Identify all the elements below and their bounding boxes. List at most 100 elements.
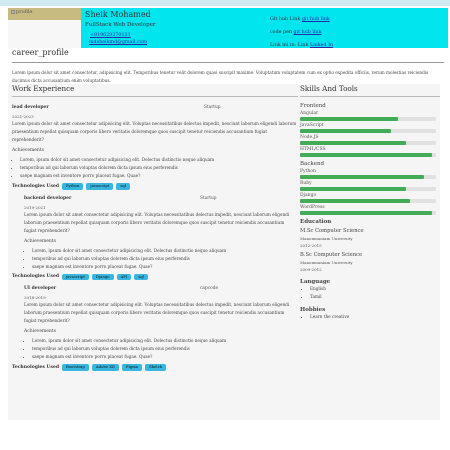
achievements-title: Achievements: [24, 238, 56, 244]
email-link[interactable]: mdsheikmd@gmail.com: [89, 40, 147, 45]
skill-bar-fill: [300, 175, 424, 179]
education-degree: M.Sc Computer Science: [300, 228, 364, 234]
tech-badge: Django: [91, 273, 114, 280]
skills-title: Skills And Tools: [300, 84, 358, 93]
profile-header: profile Sheik Mohamed FullStack Web Deve…: [8, 8, 448, 48]
job-description: Lorem ipsum dolor sit amet consectetur a…: [24, 302, 290, 323]
profile-photo: profile: [8, 8, 81, 20]
achievements-list: Lorem, ipsum dolor sit amet consectetur …: [24, 247, 298, 271]
linkedin-link[interactable]: Linked In: [310, 43, 333, 48]
job-entry: lead developer Startup 2021-2023 Lorem ipsu…: [12, 105, 298, 190]
list-item: temporibus ad qui laborum voluptas dolor…: [20, 164, 298, 172]
page-title: career_profile: [12, 48, 69, 57]
achievements-title: Achievements: [24, 329, 56, 334]
list-item: temporibus ad qui laborum voluptas dolor…: [32, 345, 298, 353]
tech-badge: Sketch: [145, 364, 167, 371]
backend-title: Backend: [300, 161, 325, 167]
experience-column: Work Experience lead developer Startup 202…: [12, 84, 298, 371]
codepen-label: code pen: [270, 30, 293, 35]
tech-badge: Python: [61, 183, 84, 190]
skill-bar-fill: [300, 141, 407, 145]
backend-skill-list: Python Ruby Django WordPress: [300, 169, 440, 215]
skill-bar-track: [300, 117, 436, 121]
skill-bar-track: [300, 153, 436, 157]
frontend-title: Frontend: [300, 103, 326, 109]
skill-item: WordPress: [300, 205, 440, 215]
tech-badge: Bootstrap: [61, 364, 89, 371]
profile-photo-alt: profile: [16, 9, 33, 15]
technologies-row: Technologies Used javascript Django API sql: [12, 273, 298, 280]
linkedin-label: Link lnl in: Link: [270, 43, 309, 48]
frontend-skill-list: Angular JavaScript Node.JS HTML/CSS: [300, 111, 440, 157]
tech-badge: sql: [116, 183, 130, 190]
education-item: B.Sc Computer Science Manonmaniam Univers…: [300, 251, 440, 273]
divider: [12, 62, 444, 63]
job-entry: UI developer capcode 2018-2019 Lorem ipsum …: [12, 286, 298, 371]
education-title: Education: [300, 219, 332, 225]
technologies-label: Technologies Used: [12, 274, 59, 280]
job-company: capcode: [200, 286, 219, 291]
experience-title: Work Experience: [12, 84, 75, 93]
profile-photo-area: [8, 20, 81, 48]
education-years: 2009-2012: [300, 267, 322, 272]
technologies-label: Technologies Used: [12, 183, 59, 189]
profile-role: FullStack Web Developer: [85, 22, 156, 28]
education-years: 2012-2015: [300, 243, 322, 248]
achievements-title: Achievements: [12, 148, 44, 153]
skill-item: HTML/CSS: [300, 147, 440, 157]
job-description: Lorem ipsum dolor sit amet consectetur a…: [12, 121, 297, 142]
education-item: M.Sc Computer Science Manonmaniam Univers…: [300, 227, 440, 249]
list-item: temporibus ad qui laborum voluptas dolor…: [32, 255, 298, 263]
skill-bar-track: [300, 129, 436, 133]
education-degree: B.Sc Computer Science: [300, 252, 363, 258]
job-company: Startup: [200, 195, 217, 201]
phone-link[interactable]: +919629270131: [90, 33, 131, 38]
tech-badge: sql: [134, 273, 148, 280]
list-item: saepe magnam est inventore porro placeat…: [20, 172, 298, 180]
job-header: UI developer capcode: [24, 286, 298, 295]
job-entry: backend developer Startup 2019-2021 Lorem i…: [12, 195, 298, 280]
skill-bar-track: [300, 141, 436, 145]
skill-item: JavaScript: [300, 123, 440, 133]
tech-badge: javascript: [61, 273, 89, 280]
tech-badge: Adobe XD: [91, 364, 119, 371]
broken-image-icon: [11, 9, 15, 14]
resume-body: Work Experience lead developer Startup 202…: [8, 84, 440, 420]
list-item: saepe magnam est inventore porro placeat…: [32, 263, 298, 271]
technologies-row: Technologies Used Bootstrap Adobe XD Figma S…: [12, 364, 298, 371]
skill-item: Python: [300, 169, 440, 179]
education-list: M.Sc Computer Science Manonmaniam Univers…: [300, 227, 440, 273]
job-list: lead developer Startup 2021-2023 Lorem ipsu…: [12, 105, 298, 371]
skill-bar-track: [300, 211, 436, 215]
technologies-label: Technologies Used: [12, 364, 59, 370]
hobbies-list: Learn the creative: [300, 313, 440, 321]
language-list: EnglishTamil: [300, 285, 440, 301]
tech-badge: javascript: [86, 183, 114, 190]
skill-item: Angular: [300, 111, 440, 121]
top-strip: [0, 0, 450, 6]
codepen-row: code pen git hub link: [270, 26, 333, 39]
job-role: backend developer: [24, 195, 72, 201]
skill-item: Node.JS: [300, 135, 440, 145]
skill-bar-fill: [300, 187, 407, 191]
skill-bar-track: [300, 187, 436, 191]
hobby-item: Learn the creative: [310, 313, 440, 321]
achievements-list: Lorem, ipsum dolor sit amet consectetur …: [12, 156, 298, 180]
list-item: saepe magnam est inventore porro placeat…: [32, 353, 298, 361]
skill-item: Ruby: [300, 181, 440, 191]
tech-badge: Figma: [121, 364, 143, 371]
github-row: Git hub Link git hub link: [270, 13, 333, 26]
job-header: lead developer Startup: [12, 105, 298, 114]
profile-name: Sheik Mohamed: [85, 10, 151, 19]
skill-bar-fill: [300, 211, 432, 215]
github-link[interactable]: git hub link: [302, 17, 330, 22]
github-label: Git hub Link: [270, 17, 301, 22]
tech-badge: API: [116, 273, 132, 280]
achievements-list: Lorem, ipsum dolor sit amet consectetur …: [24, 337, 298, 361]
divider: [300, 96, 440, 97]
job-description: Lorem ipsum dolor sit amet consectetur a…: [24, 211, 290, 233]
skill-bar-fill: [300, 117, 398, 121]
codepen-link[interactable]: git hub link: [294, 30, 322, 35]
skill-item: Django: [300, 193, 440, 203]
linkedin-row: Link lnl in: Link Linked In: [270, 39, 333, 52]
